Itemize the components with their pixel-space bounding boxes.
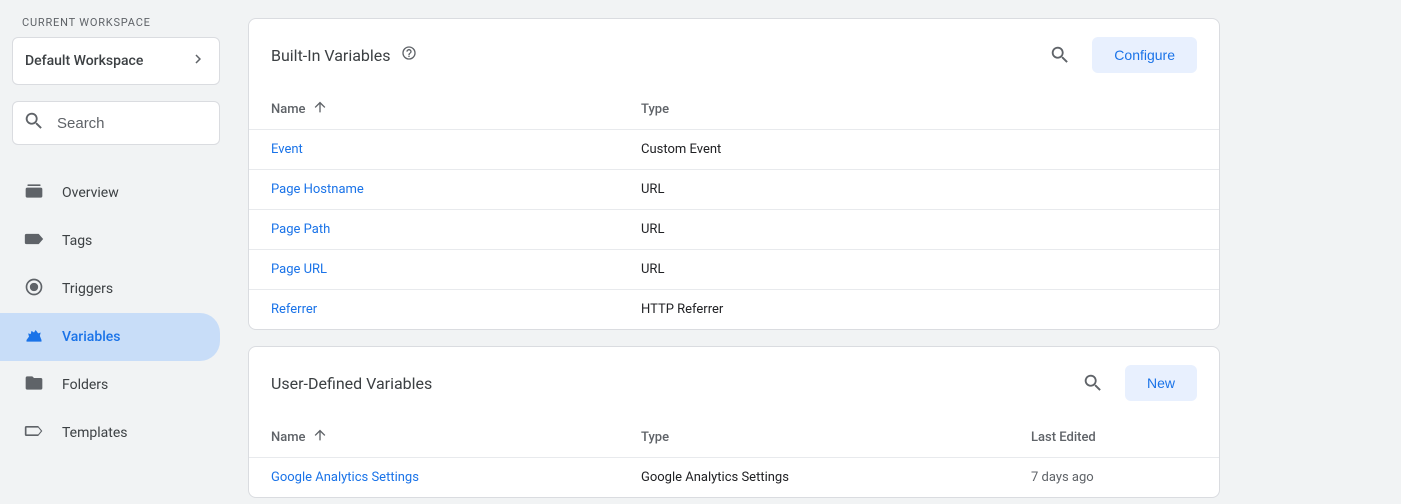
table-row[interactable]: Referrer HTTP Referrer (249, 289, 1219, 329)
sort-ascending-icon (312, 427, 328, 447)
user-col-type[interactable]: Type (641, 430, 1031, 445)
builtin-table-head: Name Type (249, 89, 1219, 129)
variable-name-link[interactable]: Google Analytics Settings (271, 470, 419, 485)
sidebar-item-folders[interactable]: Folders (0, 361, 220, 409)
user-title: User-Defined Variables (271, 374, 432, 393)
builtin-search-button[interactable] (1040, 35, 1080, 75)
sidebar-item-overview[interactable]: Overview (0, 169, 220, 217)
user-col-edited[interactable]: Last Edited (1031, 430, 1197, 445)
sidebar-item-label: Templates (62, 425, 128, 441)
variable-name-link[interactable]: Page Path (271, 222, 330, 237)
variable-type: Custom Event (641, 142, 1031, 157)
sidebar-item-label: Triggers (62, 281, 113, 297)
workspace-section-label: CURRENT WORKSPACE (12, 16, 220, 29)
user-table-head: Name Type Last Edited (249, 417, 1219, 457)
sidebar-item-label: Folders (62, 377, 108, 393)
search-icon (23, 110, 45, 136)
variable-name-link[interactable]: Page URL (271, 262, 327, 277)
sort-ascending-icon (312, 99, 328, 119)
sidebar-item-label: Overview (62, 185, 119, 201)
variable-type: URL (641, 262, 1031, 277)
table-row[interactable]: Google Analytics Settings Google Analytic… (249, 457, 1219, 497)
variable-type: URL (641, 182, 1031, 197)
table-row[interactable]: Event Custom Event (249, 129, 1219, 169)
variable-name-link[interactable]: Page Hostname (271, 182, 364, 197)
variable-name-link[interactable]: Referrer (271, 302, 317, 317)
search-box[interactable] (12, 101, 220, 145)
user-variables-card: User-Defined Variables New Name Type (248, 346, 1220, 498)
table-row[interactable]: Page Path URL (249, 209, 1219, 249)
variable-type: HTTP Referrer (641, 302, 1031, 317)
configure-button[interactable]: Configure (1092, 37, 1197, 73)
user-col-name[interactable]: Name (271, 427, 641, 447)
chevron-right-icon (189, 50, 207, 72)
triggers-icon (24, 277, 44, 301)
folders-icon (24, 373, 44, 397)
variable-name-link[interactable]: Event (271, 142, 303, 157)
builtin-col-name[interactable]: Name (271, 99, 641, 119)
builtin-variables-card: Built-In Variables Configure Name (248, 18, 1220, 330)
search-input[interactable] (57, 115, 209, 132)
builtin-title: Built-In Variables (271, 46, 391, 65)
table-row[interactable]: Page Hostname URL (249, 169, 1219, 209)
tags-icon (24, 229, 44, 253)
variables-icon (24, 325, 44, 349)
sidebar-item-templates[interactable]: Templates (0, 409, 220, 457)
variable-type: URL (641, 222, 1031, 237)
variable-type: Google Analytics Settings (641, 470, 1031, 485)
templates-icon (24, 421, 44, 445)
sidebar-item-triggers[interactable]: Triggers (0, 265, 220, 313)
workspace-picker[interactable]: Default Workspace (12, 37, 220, 85)
sidebar-item-label: Tags (62, 233, 92, 249)
user-search-button[interactable] (1073, 363, 1113, 403)
table-row[interactable]: Page URL URL (249, 249, 1219, 289)
overview-icon (24, 181, 44, 205)
builtin-col-type[interactable]: Type (641, 102, 1031, 117)
sidebar-item-variables[interactable]: Variables (0, 313, 220, 361)
help-icon[interactable] (401, 45, 417, 65)
workspace-name: Default Workspace (25, 53, 143, 69)
sidebar-item-label: Variables (62, 329, 120, 345)
new-button[interactable]: New (1125, 365, 1197, 401)
sidebar-item-tags[interactable]: Tags (0, 217, 220, 265)
variable-last-edited: 7 days ago (1031, 470, 1197, 485)
